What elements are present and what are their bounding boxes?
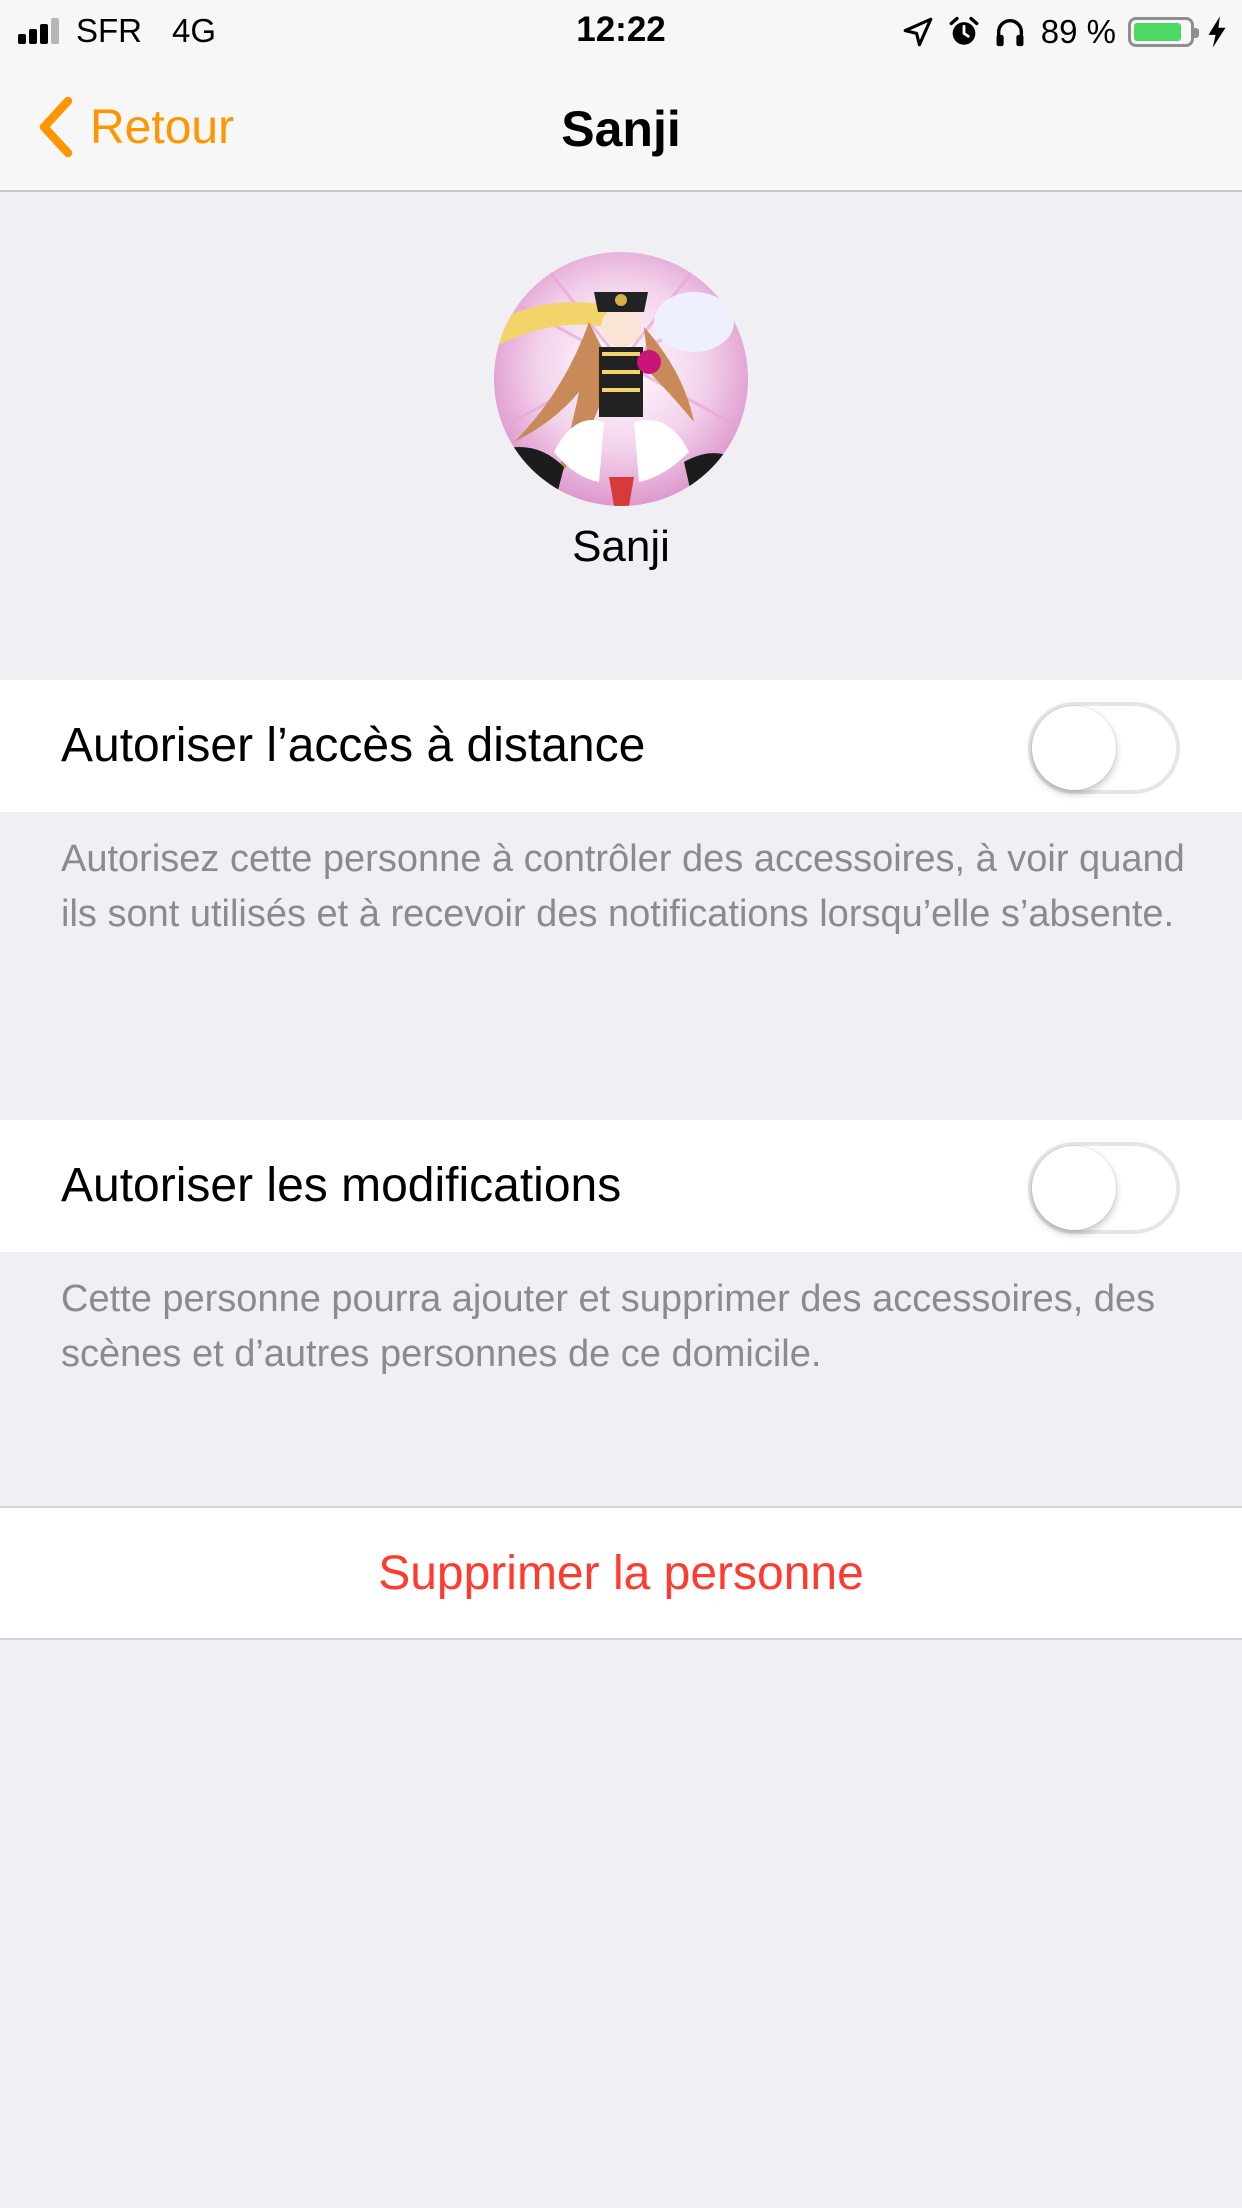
profile-name: Sanji	[572, 522, 670, 571]
remote-access-cell: Autoriser l’accès à distance	[0, 680, 1242, 812]
charging-bolt-icon	[1208, 16, 1226, 48]
allow-edit-footer: Cette personne pourra ajouter et supprim…	[61, 1278, 1156, 1375]
avatar	[494, 252, 748, 506]
location-arrow-icon	[903, 17, 933, 47]
battery-percentage: 89 %	[1040, 13, 1116, 50]
page-title: Sanji	[561, 101, 681, 157]
remove-person-label: Supprimer la personne	[378, 1547, 864, 1600]
remote-access-toggle[interactable]	[1028, 702, 1180, 794]
person-settings-screen: SFR 4G 12:22 89 % Retour Sanji Sanji Aut…	[0, 0, 1242, 2208]
allow-edit-toggle[interactable]	[1028, 1142, 1180, 1234]
alarm-clock-icon	[949, 16, 979, 45]
allow-edit-label: Autoriser les modifications	[61, 1159, 622, 1212]
top-bar: SFR 4G 12:22 89 % Retour Sanji	[0, 0, 1242, 192]
avatar-image	[494, 252, 748, 506]
battery-icon	[1128, 17, 1199, 47]
allow-edit-cell: Autoriser les modifications	[0, 1120, 1242, 1252]
toggle-knob	[1032, 706, 1116, 790]
headphones-icon	[996, 19, 1024, 47]
remove-person-button[interactable]: Supprimer la personne	[0, 1506, 1242, 1640]
battery-level-fill	[1134, 23, 1181, 41]
status-bar: SFR 4G 12:22 89 %	[0, 0, 1242, 64]
toggle-knob	[1032, 1146, 1116, 1230]
status-icons: 89 %	[901, 10, 1228, 54]
remote-access-label: Autoriser l’accès à distance	[61, 719, 646, 772]
remote-access-footer: Autorisez cette personne à contrôler des…	[61, 838, 1185, 935]
navigation-bar: Retour Sanji	[0, 64, 1242, 190]
